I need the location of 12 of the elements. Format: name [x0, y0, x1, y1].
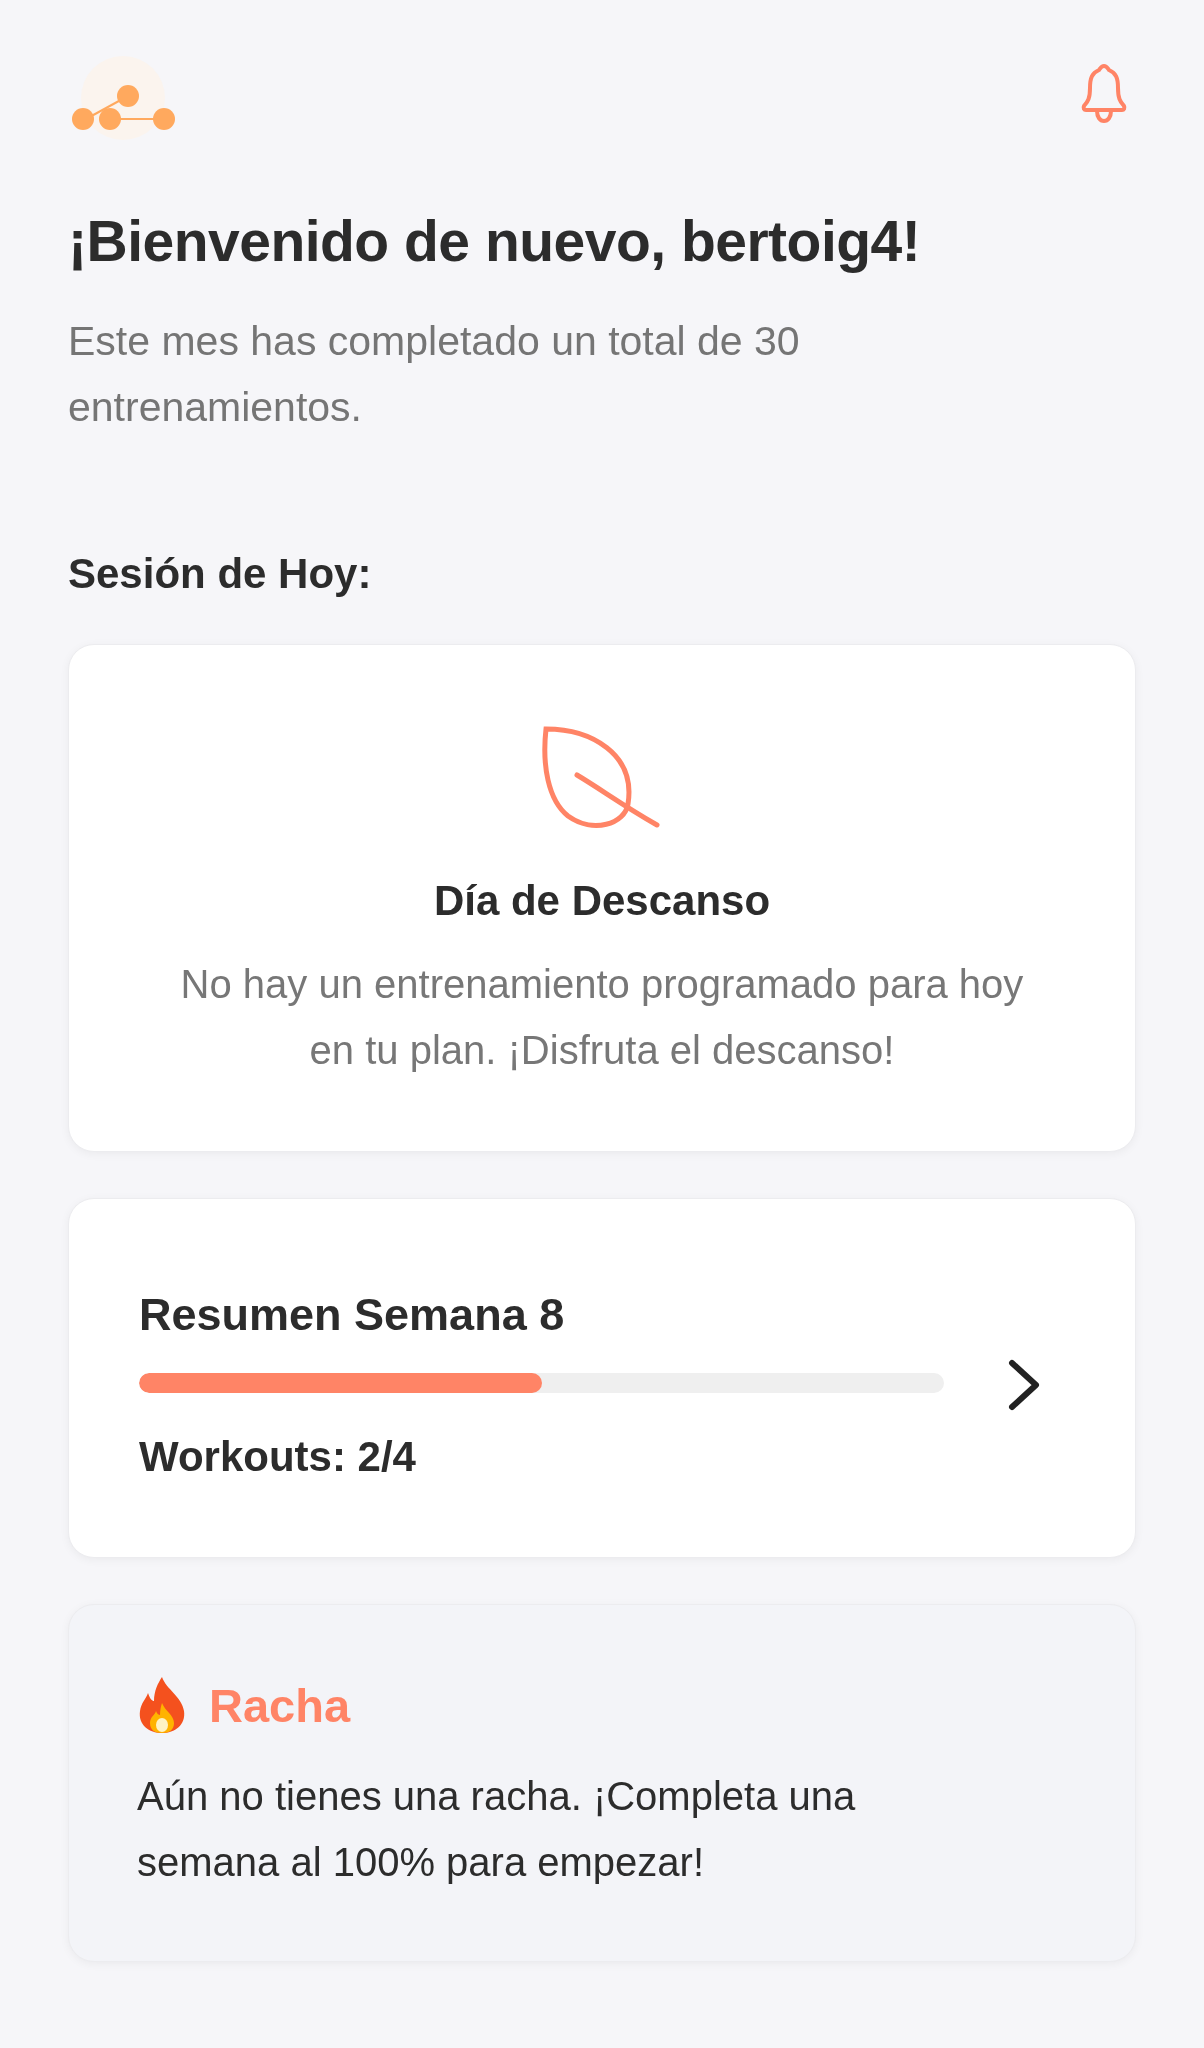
streak-title: Racha	[209, 1677, 351, 1733]
workouts-count: Workouts: 2/4	[139, 1433, 417, 1481]
monthly-summary-text: Este mes has completado un total de 30 entrenamientos.	[68, 317, 801, 432]
rest-day-title: Día de Descanso	[433, 877, 771, 925]
rest-day-description: No hay un entrenamiento programado para hoy en tu plan. ¡Disfruta el descanso!	[179, 961, 1025, 1074]
section-heading: Sesión de Hoy:	[68, 550, 373, 598]
week-summary-card[interactable]: Resumen Semana 8 Workouts: 2/4	[68, 1198, 1136, 1558]
flame-icon	[137, 1675, 187, 1735]
chevron-right-icon[interactable]	[1006, 1359, 1042, 1411]
week-summary-title: Resumen Semana 8	[139, 1289, 566, 1341]
welcome-title: ¡Bienvenido de nuevo, bertoig4!	[68, 208, 922, 274]
streak-message: Aún no tienes una racha. ¡Completa una semana al 100% para empezar!	[137, 1773, 857, 1886]
